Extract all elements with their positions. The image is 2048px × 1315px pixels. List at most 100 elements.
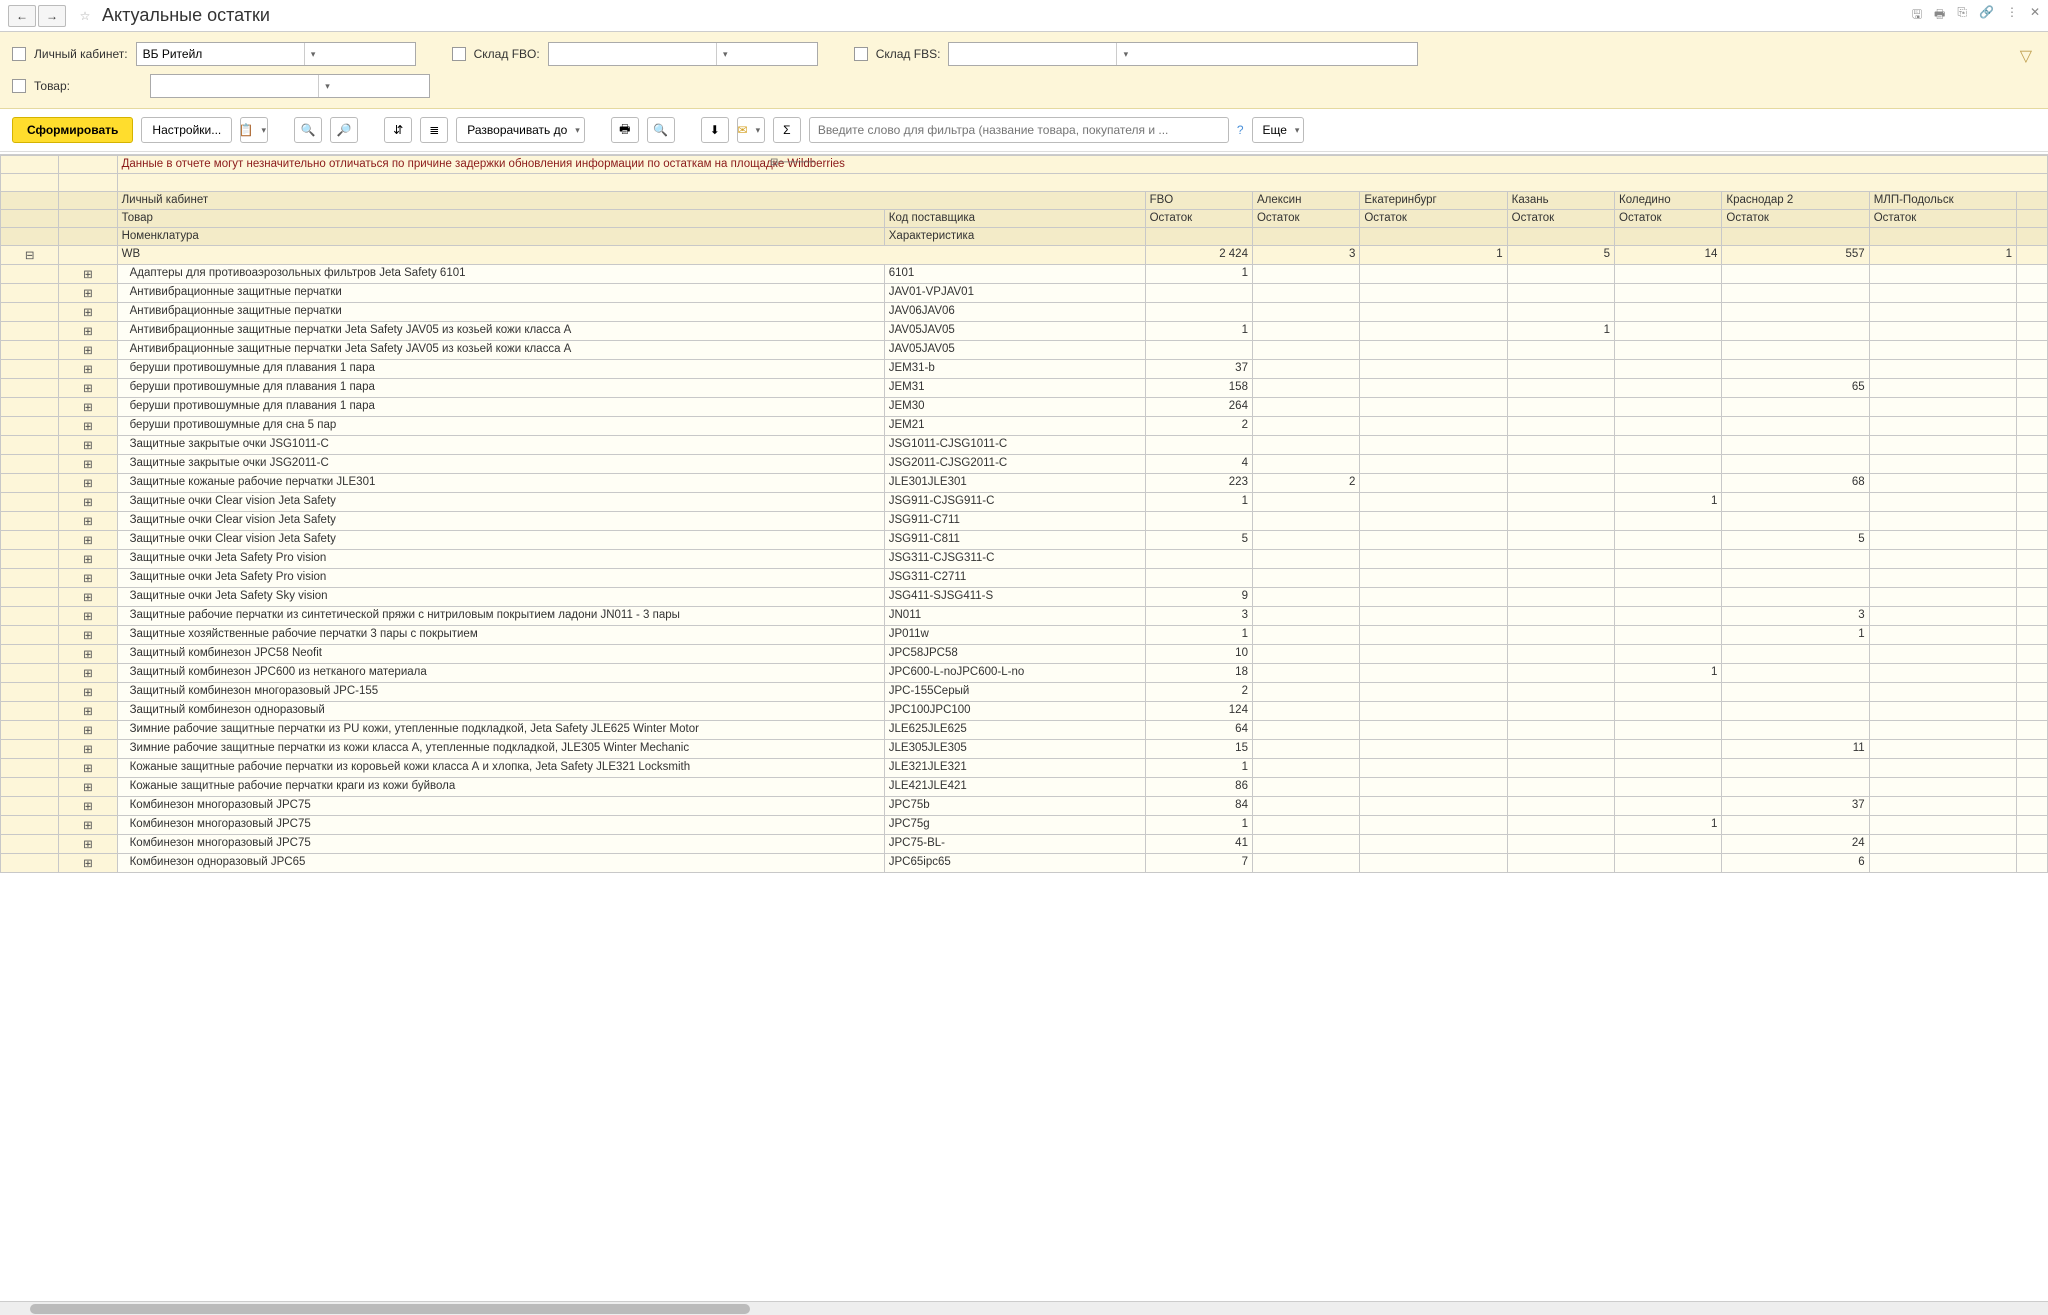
col-product: Товар [117, 210, 884, 228]
row-expand-icon[interactable]: ⊞ [59, 778, 117, 797]
row-expand-icon[interactable]: ⊞ [59, 512, 117, 531]
product-name-cell: Защитные кожаные рабочие перчатки JLE301 [117, 474, 884, 493]
supplier-code-cell: JLE421JLE421 [884, 778, 1145, 797]
product-name-cell: Защитные очки Jeta Safety Sky vision [117, 588, 884, 607]
fbs-input[interactable] [949, 43, 1116, 65]
product-name-cell: Комбинезон многоразовый JPC75 [117, 797, 884, 816]
email-button[interactable]: ✉ [737, 117, 765, 143]
row-expand-icon[interactable]: ⊞ [59, 436, 117, 455]
row-expand-icon[interactable]: ⊞ [59, 398, 117, 417]
print-button[interactable]: 🖶 [611, 117, 639, 143]
row-expand-icon[interactable]: ⊞ [59, 626, 117, 645]
product-name-cell: Защитные закрытые очки JSG2011-C [117, 455, 884, 474]
row-expand-icon[interactable]: ⊞ [59, 531, 117, 550]
row-expand-icon[interactable]: ⊞ [59, 816, 117, 835]
row-expand-icon[interactable]: ⊞ [59, 607, 117, 626]
form-report-button[interactable]: Сформировать [12, 117, 133, 143]
expand-groups-button[interactable]: ≣ [420, 117, 448, 143]
supplier-code-cell: JPC58JPC58 [884, 645, 1145, 664]
save-file-button[interactable]: ⬇ [701, 117, 729, 143]
nav-back-button[interactable]: ← [8, 5, 36, 27]
product-name-cell: Комбинезон одноразовый JPC65 [117, 854, 884, 873]
product-name-cell: Кожаные защитные рабочие перчатки из кор… [117, 759, 884, 778]
col-cabinet: Личный кабинет [117, 192, 1145, 210]
row-expand-icon[interactable]: ⊞ [59, 322, 117, 341]
personal-cabinet-label: Личный кабинет: [34, 47, 128, 61]
product-checkbox[interactable] [12, 79, 26, 93]
find-button[interactable]: 🔍 [294, 117, 322, 143]
group-collapse-icon[interactable]: ⊟ [1, 246, 59, 265]
filter-search-input[interactable] [809, 117, 1229, 143]
group-name: WB [117, 246, 1145, 265]
personal-cabinet-checkbox[interactable] [12, 47, 26, 61]
row-expand-icon[interactable]: ⊞ [59, 284, 117, 303]
row-expand-icon[interactable]: ⊞ [59, 702, 117, 721]
row-expand-icon[interactable]: ⊞ [59, 265, 117, 284]
filter-funnel-icon[interactable]: ▽ [2020, 46, 2032, 66]
scrollbar-thumb[interactable] [30, 1304, 750, 1314]
product-name-cell: Защитный комбинезон одноразовый [117, 702, 884, 721]
collapse-groups-button[interactable]: ⇵ [384, 117, 412, 143]
row-expand-icon[interactable]: ⊞ [59, 664, 117, 683]
personal-cabinet-input[interactable] [137, 43, 304, 65]
report-area[interactable]: ⊟───── Данные в отчете могут незначитель… [0, 154, 2048, 1301]
help-icon[interactable]: ? [1237, 123, 1244, 137]
personal-cabinet-dropdown[interactable]: ▾ [304, 43, 322, 65]
fbo-dropdown[interactable]: ▾ [716, 43, 734, 65]
fbs-checkbox[interactable] [854, 47, 868, 61]
row-expand-icon[interactable]: ⊞ [59, 493, 117, 512]
row-expand-icon[interactable]: ⊞ [59, 379, 117, 398]
nav-forward-button[interactable]: → [38, 5, 66, 27]
save-icon[interactable]: 🖫 [1912, 5, 1922, 26]
row-expand-icon[interactable]: ⊞ [59, 303, 117, 322]
kebab-menu-icon[interactable]: ⋮ [2006, 5, 2018, 26]
fbo-checkbox[interactable] [452, 47, 466, 61]
row-expand-icon[interactable]: ⊞ [59, 569, 117, 588]
product-name-cell: Защитные хозяйственные рабочие перчатки … [117, 626, 884, 645]
product-name-cell: Защитные очки Jeta Safety Pro vision [117, 550, 884, 569]
row-expand-icon[interactable]: ⊞ [59, 474, 117, 493]
row-expand-icon[interactable]: ⊞ [59, 455, 117, 474]
horizontal-scrollbar[interactable] [0, 1301, 2048, 1315]
row-expand-icon[interactable]: ⊞ [59, 721, 117, 740]
find-cancel-button[interactable]: 🔎 [330, 117, 358, 143]
print-icon[interactable]: 🖶 [1934, 5, 1945, 26]
row-expand-icon[interactable]: ⊞ [59, 588, 117, 607]
row-expand-icon[interactable]: ⊞ [59, 645, 117, 664]
fbo-input[interactable] [549, 43, 716, 65]
row-expand-icon[interactable]: ⊞ [59, 835, 117, 854]
supplier-code-cell: JLE305JLE305 [884, 740, 1145, 759]
row-expand-icon[interactable]: ⊞ [59, 417, 117, 436]
supplier-code-cell: JPC75b [884, 797, 1145, 816]
fbs-dropdown[interactable]: ▾ [1116, 43, 1134, 65]
row-expand-icon[interactable]: ⊞ [59, 550, 117, 569]
row-expand-icon[interactable]: ⊞ [59, 759, 117, 778]
more-button[interactable]: Еще [1252, 117, 1305, 143]
col-mlp: МЛП-Подольск [1869, 192, 2016, 210]
favorite-star-icon[interactable]: ☆ [74, 5, 96, 27]
row-expand-icon[interactable]: ⊞ [59, 341, 117, 360]
product-input[interactable] [151, 75, 318, 97]
row-expand-icon[interactable]: ⊞ [59, 740, 117, 759]
column-collapse-handle[interactable]: ⊟───── [770, 157, 814, 168]
product-name-cell: Защитные очки Clear vision Jeta Safety [117, 493, 884, 512]
expand-to-button[interactable]: Разворачивать до [456, 117, 585, 143]
export-icon[interactable]: ⎘ [1957, 5, 1967, 26]
preview-button[interactable]: 🔍 [647, 117, 675, 143]
row-expand-icon[interactable]: ⊞ [59, 797, 117, 816]
row-expand-icon[interactable]: ⊞ [59, 683, 117, 702]
paste-button[interactable]: 📋 [240, 117, 268, 143]
product-name-cell: Антивибрационные защитные перчатки Jeta … [117, 322, 884, 341]
row-expand-icon[interactable]: ⊞ [59, 360, 117, 379]
supplier-code-cell: JEM30 [884, 398, 1145, 417]
settings-button[interactable]: Настройки... [141, 117, 232, 143]
link-icon[interactable]: 🔗 [1979, 5, 1994, 26]
product-name-cell: Защитный комбинезон JPC600 из нетканого … [117, 664, 884, 683]
sum-button[interactable]: Σ [773, 117, 801, 143]
supplier-code-cell: JPC600-L-noJPC600-L-no [884, 664, 1145, 683]
product-name-cell: Защитные рабочие перчатки из синтетическ… [117, 607, 884, 626]
product-dropdown[interactable]: ▾ [318, 75, 336, 97]
close-icon[interactable]: ✕ [2030, 5, 2040, 26]
row-expand-icon[interactable]: ⊞ [59, 854, 117, 873]
supplier-code-cell: JPC-155Серый [884, 683, 1145, 702]
